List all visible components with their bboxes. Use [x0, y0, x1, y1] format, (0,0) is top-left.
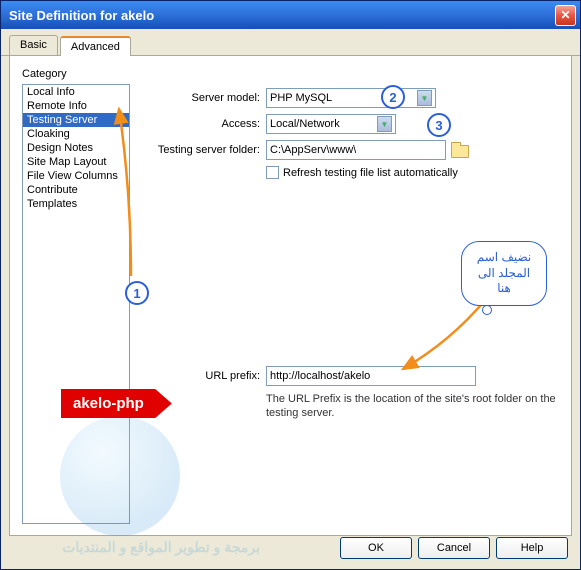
refresh-checkbox[interactable]: [266, 166, 279, 179]
url-prefix-area: URL prefix: The URL Prefix is the locati…: [145, 366, 559, 421]
testing-folder-input[interactable]: [266, 140, 446, 160]
cancel-button[interactable]: Cancel: [418, 537, 490, 559]
server-model-label: Server model:: [145, 92, 260, 104]
close-icon: ✕: [560, 8, 570, 22]
server-model-select[interactable]: PHP MySQL ▼: [266, 88, 436, 108]
titlebar: Site Definition for akelo ✕: [1, 1, 580, 29]
folder-label: Testing server folder:: [145, 144, 260, 156]
category-item[interactable]: Templates: [23, 197, 129, 211]
chevron-down-icon: ▼: [417, 90, 432, 106]
annotation-3: 3: [427, 113, 451, 137]
server-model-value: PHP MySQL: [270, 92, 332, 104]
tab-basic[interactable]: Basic: [9, 35, 58, 55]
category-column: Category Local InfoRemote InfoTesting Se…: [22, 68, 130, 524]
tab-advanced[interactable]: Advanced: [60, 36, 131, 56]
annotation-cloud: نضيف اسم المجلد الى هنا: [461, 241, 547, 306]
category-item[interactable]: File View Columns: [23, 169, 129, 183]
category-item[interactable]: Remote Info: [23, 99, 129, 113]
annotation-banner: akelo-php: [61, 389, 172, 418]
access-value: Local/Network: [270, 118, 340, 130]
chevron-down-icon: ▼: [377, 116, 392, 132]
tab-advanced-label: Advanced: [71, 41, 120, 53]
category-item[interactable]: Site Map Layout: [23, 155, 129, 169]
tab-strip: Basic Advanced: [1, 29, 580, 56]
category-item[interactable]: Local Info: [23, 85, 129, 99]
url-prefix-help: The URL Prefix is the location of the si…: [266, 392, 559, 421]
form-area: Server model: PHP MySQL ▼ Access: Local/…: [145, 88, 559, 179]
tab-basic-label: Basic: [20, 39, 47, 51]
access-select[interactable]: Local/Network ▼: [266, 114, 396, 134]
button-bar: OK Cancel Help: [340, 537, 568, 559]
category-item[interactable]: Cloaking: [23, 127, 129, 141]
browse-folder-icon[interactable]: [450, 141, 470, 159]
annotation-1: 1: [125, 281, 149, 305]
annotation-2: 2: [381, 85, 405, 109]
dialog-window: Site Definition for akelo ✕ Basic Advanc…: [0, 0, 581, 570]
close-button[interactable]: ✕: [555, 5, 576, 26]
category-item[interactable]: Contribute: [23, 183, 129, 197]
url-prefix-input[interactable]: [266, 366, 476, 386]
annotation-banner-text: akelo-php: [61, 389, 172, 418]
access-label: Access:: [145, 118, 260, 130]
window-title: Site Definition for akelo: [9, 8, 555, 23]
ok-button[interactable]: OK: [340, 537, 412, 559]
category-heading: Category: [22, 68, 130, 80]
url-prefix-label: URL prefix:: [145, 370, 260, 382]
category-item[interactable]: Design Notes: [23, 141, 129, 155]
refresh-label: Refresh testing file list automatically: [283, 167, 458, 179]
category-item[interactable]: Testing Server: [23, 113, 129, 127]
help-button[interactable]: Help: [496, 537, 568, 559]
watermark-text: برمجة و تطوير المواقع و المنتديات: [62, 539, 260, 556]
category-list[interactable]: Local InfoRemote InfoTesting ServerCloak…: [22, 84, 130, 524]
